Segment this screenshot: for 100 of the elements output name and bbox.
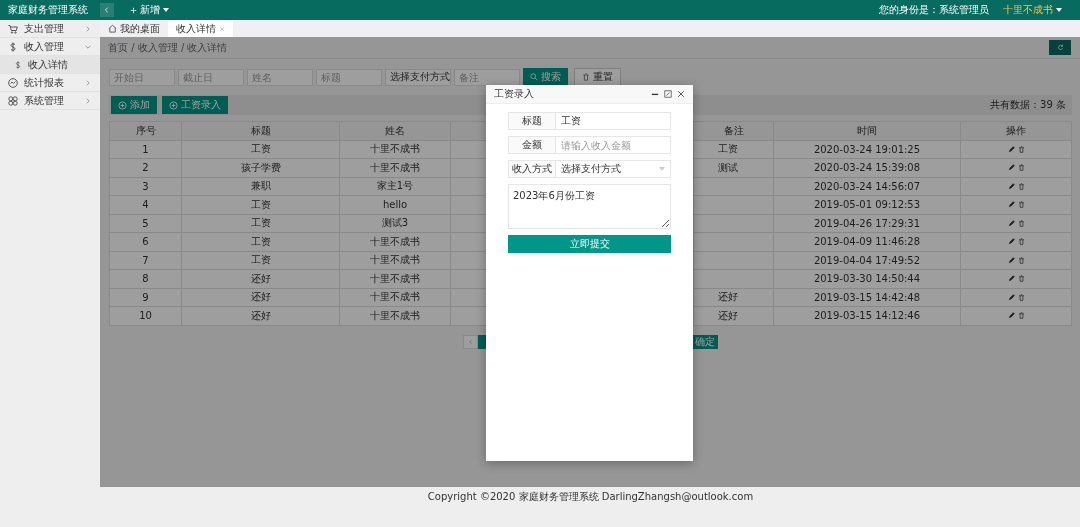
- trash-icon: [582, 73, 590, 81]
- edit-icon: [1007, 293, 1015, 301]
- grid-icon: [8, 95, 18, 106]
- table-cell: 10: [110, 307, 182, 326]
- table-cell: 十里不成书: [340, 288, 451, 307]
- table-cell: 2019-05-01 09:12:53: [774, 196, 961, 215]
- table-cell: 工资: [182, 140, 340, 159]
- edit-icon: [1007, 145, 1015, 153]
- table-cell: 兼职: [182, 177, 340, 196]
- trash-icon: [1017, 164, 1025, 172]
- tab[interactable]: 我的桌面: [100, 20, 168, 37]
- table-cell: 7: [110, 251, 182, 270]
- table-cell: 十里不成书: [340, 270, 451, 289]
- chart-icon: [8, 77, 18, 88]
- app-title: 家庭财务管理系统: [7, 3, 89, 17]
- table-cell: 2020-03-24 14:56:07: [774, 177, 961, 196]
- table-cell: 还好: [694, 288, 774, 307]
- table-cell: 孩子学费: [182, 159, 340, 178]
- table-cell: 工资: [694, 140, 774, 159]
- column-header: 备注: [694, 122, 774, 141]
- field-label: 收入方式: [508, 160, 556, 178]
- input-field[interactable]: 工资: [556, 112, 671, 130]
- prev-page-button[interactable]: [463, 334, 478, 349]
- cart-icon: [8, 23, 18, 34]
- caret-icon: [163, 8, 169, 12]
- table-cell: 2019-03-15 14:42:48: [774, 288, 961, 307]
- column-header: 序号: [110, 122, 182, 141]
- refresh-button[interactable]: [1049, 40, 1071, 55]
- table-cell: 6: [110, 233, 182, 252]
- table-cell: 1: [110, 140, 182, 159]
- collapse-button[interactable]: [100, 3, 114, 17]
- payment-select[interactable]: 选择支付方式: [385, 68, 451, 86]
- table-cell: 2019-04-04 17:49:52: [774, 251, 961, 270]
- edit-icon: [1007, 219, 1015, 227]
- table-cell: 工资: [182, 251, 340, 270]
- edit-icon: [1007, 182, 1015, 190]
- dollar-icon: [14, 60, 22, 69]
- table-cell: 2: [110, 159, 182, 178]
- table-cell: 8: [110, 270, 182, 289]
- field-label: 金额: [508, 136, 556, 154]
- table-cell: 2019-03-15 14:12:46: [774, 307, 961, 326]
- trash-icon: [1017, 238, 1025, 246]
- table-cell: 工资: [182, 214, 340, 233]
- table-cell: 9: [110, 288, 182, 307]
- submit-button[interactable]: 立即提交: [508, 235, 671, 253]
- trash-icon: [1017, 219, 1025, 227]
- table-cell: 十里不成书: [340, 307, 451, 326]
- edit-icon: [1007, 201, 1015, 209]
- edit-icon: [1007, 312, 1015, 320]
- close-icon: [219, 25, 225, 32]
- chevron-left-icon: [103, 6, 111, 14]
- close-icon: [677, 90, 685, 98]
- table-cell: 2019-03-30 14:50:44: [774, 270, 961, 289]
- plus-icon: [130, 6, 137, 14]
- trash-icon: [1017, 145, 1025, 153]
- column-header: 时间: [774, 122, 961, 141]
- edit-icon: [1007, 164, 1015, 172]
- table-cell: 还好: [182, 288, 340, 307]
- trash-icon: [1017, 256, 1025, 264]
- note-field[interactable]: 2023年6月份工资: [508, 184, 671, 229]
- table-cell: 十里不成书: [340, 233, 451, 252]
- identity-label: 您的身份是：系统管理员: [879, 3, 989, 17]
- table-cell: 家主1号: [340, 177, 451, 196]
- sidebar-item[interactable]: 系统管理: [0, 92, 100, 110]
- chevron-left-icon: [467, 338, 474, 345]
- input-field[interactable]: 请输入收入金额: [556, 136, 671, 154]
- payment-select[interactable]: 选择支付方式: [556, 160, 671, 178]
- table-cell: 2019-04-09 11:46:28: [774, 233, 961, 252]
- new-menu[interactable]: 新增: [130, 3, 169, 17]
- column-header: 操作: [961, 122, 1072, 141]
- copyright-text: Copyright ©2020 家庭财务管理系统 DarlingZhangsh@outlook.com: [427, 490, 754, 504]
- table-cell: 4: [110, 196, 182, 215]
- dollar-icon: [8, 41, 18, 52]
- caret-icon: [659, 167, 665, 171]
- table-cell: 3: [110, 177, 182, 196]
- column-header: 标题: [182, 122, 340, 141]
- tab[interactable]: 收入详情: [168, 20, 233, 37]
- user-menu[interactable]: 十里不成书: [1003, 3, 1062, 17]
- dialog-title: 工资录入: [494, 87, 535, 101]
- chevron-right-icon: [84, 24, 92, 33]
- table-cell: 工资: [182, 233, 340, 252]
- trash-icon: [1017, 201, 1025, 209]
- table-cell: 十里不成书: [340, 251, 451, 270]
- table-cell: 2020-03-24 19:01:25: [774, 140, 961, 159]
- reset-button[interactable]: 重置: [574, 68, 621, 86]
- edit-icon: [1007, 238, 1015, 246]
- table-cell: 还好: [694, 307, 774, 326]
- trash-icon: [1017, 275, 1025, 283]
- table-cell: 测试: [694, 159, 774, 178]
- plus-circle-icon: [118, 100, 127, 110]
- table-cell: 还好: [182, 307, 340, 326]
- table-cell: 还好: [182, 270, 340, 289]
- maximize-icon: [664, 90, 672, 98]
- table-cell: 十里不成书: [340, 140, 451, 159]
- search-icon: [530, 73, 538, 81]
- column-header: 姓名: [340, 122, 451, 141]
- sidebar-subitem[interactable]: 收入详情: [0, 56, 100, 74]
- edit-icon: [1007, 256, 1015, 264]
- table-cell: 十里不成书: [340, 159, 451, 178]
- total-count: 共有数据：39 条: [990, 98, 1066, 112]
